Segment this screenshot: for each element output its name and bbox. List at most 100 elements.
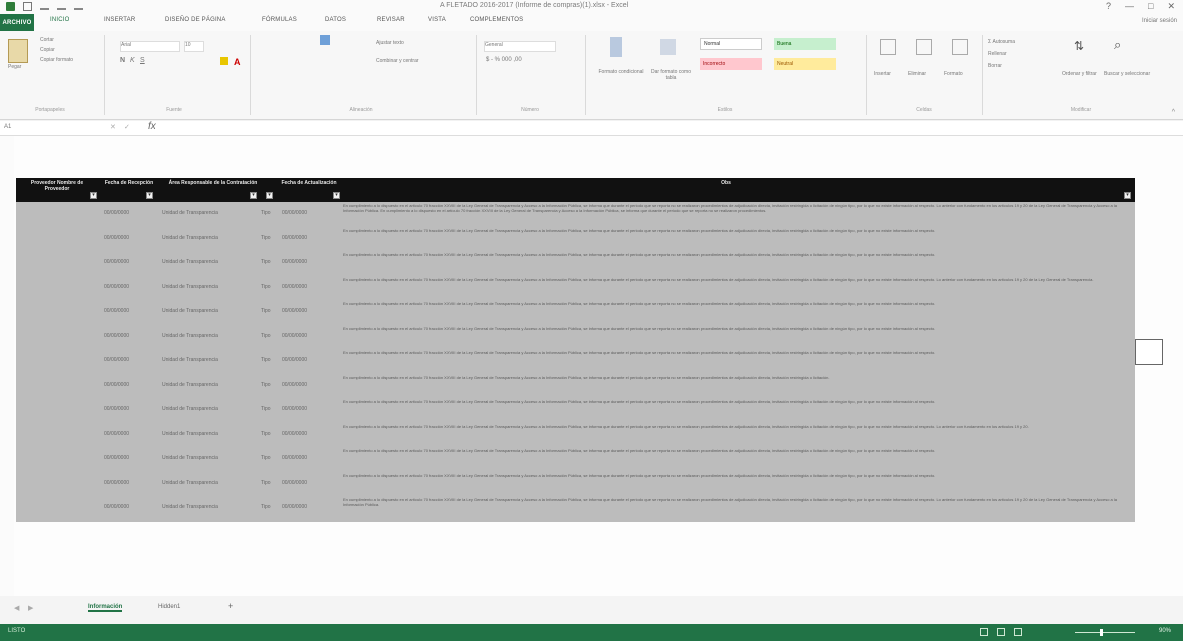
clear-button[interactable]: Borrar [988, 63, 1002, 69]
reception-date-cell[interactable]: 00/00/0000 [104, 325, 154, 347]
table-row[interactable]: 00/00/0000 Unidad de Transparencia Tipo 00/… [16, 227, 1135, 249]
number-format-select[interactable]: General [484, 41, 556, 52]
page-layout-view-icon[interactable] [997, 628, 1005, 636]
table-row[interactable]: 00/00/0000 Unidad de Transparencia Tipo 00/… [16, 472, 1135, 494]
type-cell[interactable]: Tipo [261, 251, 283, 273]
observations-cell[interactable]: En cumplimiento a lo dispuesto en el art… [343, 449, 1131, 467]
format-painter-button[interactable]: Copiar formato [40, 57, 73, 63]
type-cell[interactable]: Tipo [261, 349, 283, 371]
zoom-slider-thumb[interactable] [1100, 629, 1103, 636]
observations-cell[interactable]: En cumplimiento a lo dispuesto en el art… [343, 327, 1131, 345]
reception-date-cell[interactable]: 00/00/0000 [104, 251, 154, 273]
redo-icon[interactable] [57, 2, 66, 10]
observations-cell[interactable]: En cumplimiento a lo dispuesto en el art… [343, 351, 1131, 369]
filter-dropdown-icon[interactable]: ▾ [266, 192, 273, 199]
help-button[interactable]: ? [1106, 1, 1111, 12]
type-cell[interactable]: Tipo [261, 398, 283, 420]
fill-button[interactable]: Rellenar [988, 51, 1007, 57]
fill-color-icon[interactable] [220, 57, 228, 65]
update-date-cell[interactable]: 00/00/0000 [282, 325, 338, 347]
add-sheet-button[interactable]: + [228, 601, 233, 611]
observations-cell[interactable]: En cumplimiento a lo dispuesto en el art… [343, 302, 1131, 320]
tab-review[interactable]: REVISAR [377, 17, 405, 23]
undo-icon[interactable] [40, 2, 49, 10]
type-cell[interactable]: Tipo [261, 325, 283, 347]
format-cells-button[interactable]: Formato [944, 71, 963, 77]
update-date-cell[interactable]: 00/00/0000 [282, 423, 338, 445]
type-cell[interactable]: Tipo [261, 423, 283, 445]
table-row[interactable]: 00/00/0000 Unidad de Transparencia Tipo 00/… [16, 202, 1135, 224]
observations-cell[interactable]: En cumplimiento a lo dispuesto en el art… [343, 253, 1131, 271]
insert-function-button[interactable]: fx [148, 121, 156, 132]
bold-button[interactable]: N [120, 57, 125, 64]
update-date-cell[interactable]: 00/00/0000 [282, 447, 338, 469]
copy-button[interactable]: Copiar [40, 47, 55, 53]
observations-cell[interactable]: En cumplimiento a lo dispuesto en el art… [343, 498, 1131, 516]
tab-home[interactable]: INICIO [50, 17, 70, 23]
table-row[interactable]: 00/00/0000 Unidad de Transparencia Tipo 00/… [16, 251, 1135, 273]
observations-cell[interactable]: En cumplimiento a lo dispuesto en el art… [343, 278, 1131, 296]
filter-dropdown-icon[interactable]: ▾ [1124, 192, 1131, 199]
save-icon[interactable] [23, 2, 32, 11]
type-cell[interactable]: Tipo [261, 227, 283, 249]
reception-date-cell[interactable]: 00/00/0000 [104, 202, 154, 224]
tab-page-layout[interactable]: DISEÑO DE PÁGINA [165, 17, 226, 23]
reception-date-cell[interactable]: 00/00/0000 [104, 423, 154, 445]
update-date-cell[interactable]: 00/00/0000 [282, 496, 338, 518]
underline-button[interactable]: S [140, 57, 145, 64]
reception-date-cell[interactable]: 00/00/0000 [104, 472, 154, 494]
type-cell[interactable]: Tipo [261, 447, 283, 469]
table-row[interactable]: 00/00/0000 Unidad de Transparencia Tipo 00/… [16, 447, 1135, 469]
area-cell[interactable]: Unidad de Transparencia [162, 251, 252, 273]
align-top-icon[interactable] [320, 35, 330, 45]
type-cell[interactable]: Tipo [261, 496, 283, 518]
selected-cell[interactable] [1135, 339, 1163, 365]
area-cell[interactable]: Unidad de Transparencia [162, 496, 252, 518]
area-cell[interactable]: Unidad de Transparencia [162, 276, 252, 298]
area-cell[interactable]: Unidad de Transparencia [162, 300, 252, 322]
conditional-format-button[interactable]: Formato condicional [594, 69, 648, 75]
filter-dropdown-icon[interactable]: ▾ [90, 192, 97, 199]
worksheet[interactable]: Proveedor Nombre de Proveedor ▾ Fecha de… [0, 136, 1183, 596]
observations-cell[interactable]: En cumplimiento a lo dispuesto en el art… [343, 400, 1131, 418]
paste-icon[interactable] [8, 39, 28, 63]
filter-dropdown-icon[interactable]: ▾ [146, 192, 153, 199]
formula-input[interactable] [165, 123, 1165, 133]
font-name-select[interactable]: Arial [120, 41, 180, 52]
delete-cells-icon[interactable] [916, 39, 932, 55]
reception-date-cell[interactable]: 00/00/0000 [104, 300, 154, 322]
merge-center-button[interactable]: Combinar y centrar [376, 58, 419, 64]
table-row[interactable]: 00/00/0000 Unidad de Transparencia Tipo 00/… [16, 374, 1135, 396]
reception-date-cell[interactable]: 00/00/0000 [104, 276, 154, 298]
area-cell[interactable]: Unidad de Transparencia [162, 349, 252, 371]
observations-cell[interactable]: En cumplimiento a lo dispuesto en el art… [343, 376, 1131, 394]
update-date-cell[interactable]: 00/00/0000 [282, 251, 338, 273]
style-bad[interactable]: Incorrecto [700, 58, 762, 70]
paste-button[interactable]: Pegar [8, 64, 21, 70]
format-as-table-icon[interactable] [660, 39, 676, 55]
type-cell[interactable]: Tipo [261, 300, 283, 322]
filter-dropdown-icon[interactable]: ▾ [250, 192, 257, 199]
update-date-cell[interactable]: 00/00/0000 [282, 349, 338, 371]
binoculars-icon[interactable]: ⌕ [1114, 37, 1121, 53]
style-good[interactable]: Buena [774, 38, 836, 50]
observations-cell[interactable]: En cumplimiento a lo dispuesto en el art… [343, 204, 1131, 222]
type-cell[interactable]: Tipo [261, 276, 283, 298]
find-select-button[interactable]: Buscar y seleccionar [1104, 71, 1150, 77]
next-sheet-icon[interactable]: ▶ [28, 604, 33, 612]
area-cell[interactable]: Unidad de Transparencia [162, 202, 252, 224]
observations-cell[interactable]: En cumplimiento a lo dispuesto en el art… [343, 229, 1131, 247]
area-cell[interactable]: Unidad de Transparencia [162, 423, 252, 445]
format-as-table-button[interactable]: Dar formato como tabla [646, 69, 696, 81]
reception-date-cell[interactable]: 00/00/0000 [104, 374, 154, 396]
tab-addins[interactable]: COMPLEMENTOS [470, 17, 523, 23]
insert-cells-button[interactable]: Insertar [874, 71, 891, 77]
table-row[interactable]: 00/00/0000 Unidad de Transparencia Tipo 00/… [16, 398, 1135, 420]
style-normal[interactable]: Normal [700, 38, 762, 50]
sort-filter-button[interactable]: Ordenar y filtrar [1062, 71, 1097, 77]
observations-cell[interactable]: En cumplimiento a lo dispuesto en el art… [343, 474, 1131, 492]
minimize-button[interactable]: — [1125, 1, 1134, 12]
insert-cells-icon[interactable] [880, 39, 896, 55]
area-cell[interactable]: Unidad de Transparencia [162, 472, 252, 494]
font-color-icon[interactable]: A [234, 57, 241, 67]
